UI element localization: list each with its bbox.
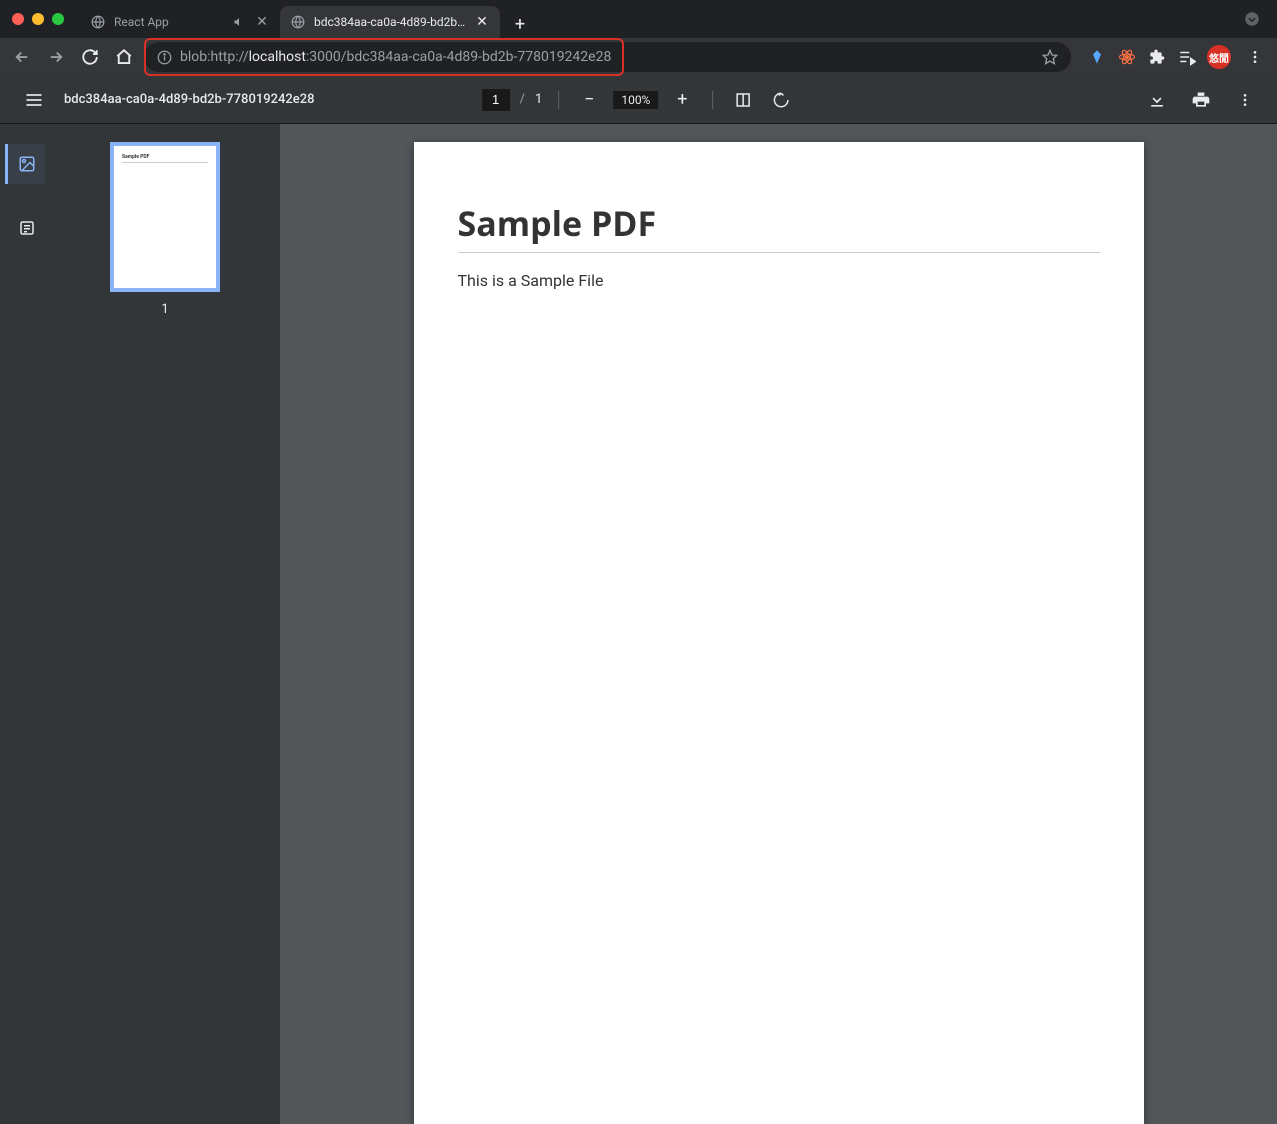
thumbnails-tab[interactable] [5, 144, 45, 184]
pdf-filename: bdc384aa-ca0a-4d89-bd2b-778019242e28 [64, 92, 315, 107]
url-host: localhost [249, 49, 306, 65]
mute-icon[interactable] [232, 15, 246, 29]
thumbnail-page-number: 1 [161, 302, 168, 317]
window-controls [12, 13, 64, 25]
address-bar-wrap: blob:http://localhost:3000/bdc384aa-ca0a… [144, 42, 1071, 72]
chevron-down-icon[interactable] [1241, 8, 1263, 30]
react-devtools-icon[interactable] [1117, 47, 1137, 67]
browser-toolbar: blob:http://localhost:3000/bdc384aa-ca0a… [0, 38, 1277, 76]
download-button[interactable] [1141, 84, 1173, 116]
sidebar-tabs [0, 124, 50, 1124]
browser-tab-bar: React App ✕ bdc384aa-ca0a-4d89-bd2b-7 ✕ … [0, 0, 1277, 38]
home-button[interactable] [110, 43, 138, 71]
profile-avatar[interactable]: 悠閒 [1207, 45, 1231, 69]
tab-title: React App [114, 15, 224, 29]
back-button[interactable] [8, 43, 36, 71]
print-button[interactable] [1185, 84, 1217, 116]
fit-page-button[interactable] [729, 86, 757, 114]
avatar-label: 悠閒 [1209, 50, 1229, 65]
outline-tab[interactable] [5, 208, 45, 248]
pdf-body: Sample PDF 1 Sample PDF This is a Sample… [0, 124, 1277, 1124]
page-area[interactable]: Sample PDF This is a Sample File [280, 124, 1277, 1124]
pdf-menu-button[interactable] [1229, 84, 1261, 116]
zoom-out-button[interactable]: − [575, 86, 603, 114]
page-separator: / [520, 92, 525, 107]
new-tab-button[interactable]: + [506, 10, 534, 38]
diamond-icon[interactable] [1087, 47, 1107, 67]
window-minimize-button[interactable] [32, 13, 44, 25]
tab-title: bdc384aa-ca0a-4d89-bd2b-7 [314, 15, 466, 29]
zoom-in-button[interactable]: + [668, 86, 696, 114]
sidebar-toggle-button[interactable] [16, 82, 52, 118]
thumbnail-heading: Sample PDF [122, 154, 208, 163]
document-body: This is a Sample File [458, 271, 1100, 290]
tab-react-app[interactable]: React App ✕ [80, 6, 280, 38]
divider [712, 91, 713, 109]
pdf-toolbar: bdc384aa-ca0a-4d89-bd2b-778019242e28 / 1… [0, 76, 1277, 124]
url-prefix: blob:http:// [180, 49, 249, 65]
tabbar-right [1241, 8, 1269, 30]
page-total: 1 [535, 92, 542, 107]
forward-button[interactable] [42, 43, 70, 71]
globe-icon [90, 14, 106, 30]
close-icon[interactable]: ✕ [474, 14, 490, 30]
divider [558, 91, 559, 109]
page-thumbnail[interactable]: Sample PDF [110, 142, 220, 292]
thumbnail-panel: Sample PDF 1 [50, 124, 280, 1124]
window-maximize-button[interactable] [52, 13, 64, 25]
tabs-container: React App ✕ bdc384aa-ca0a-4d89-bd2b-7 ✕ … [80, 0, 534, 38]
globe-icon [290, 14, 306, 30]
bookmark-star-icon[interactable] [1041, 48, 1059, 66]
document-heading: Sample PDF [458, 200, 1100, 253]
pdf-toolbar-center: / 1 − 100% + [482, 86, 796, 114]
window-close-button[interactable] [12, 13, 24, 25]
pdf-page: Sample PDF This is a Sample File [414, 142, 1144, 1124]
pdf-toolbar-right [1141, 84, 1261, 116]
close-icon[interactable]: ✕ [254, 14, 270, 30]
zoom-level: 100% [613, 91, 658, 109]
rotate-button[interactable] [767, 86, 795, 114]
extensions-puzzle-icon[interactable] [1147, 47, 1167, 67]
reading-list-icon[interactable] [1177, 47, 1197, 67]
url-suffix: :3000/bdc384aa-ca0a-4d89-bd2b-778019242e… [306, 49, 611, 65]
info-icon[interactable] [156, 49, 172, 65]
reload-button[interactable] [76, 43, 104, 71]
url-text: blob:http://localhost:3000/bdc384aa-ca0a… [180, 49, 1033, 65]
extension-icons: 悠閒 [1087, 43, 1269, 71]
tab-pdf[interactable]: bdc384aa-ca0a-4d89-bd2b-7 ✕ [280, 6, 500, 38]
page-number-input[interactable] [482, 89, 510, 111]
browser-menu-button[interactable] [1241, 43, 1269, 71]
address-bar[interactable]: blob:http://localhost:3000/bdc384aa-ca0a… [144, 42, 1071, 72]
